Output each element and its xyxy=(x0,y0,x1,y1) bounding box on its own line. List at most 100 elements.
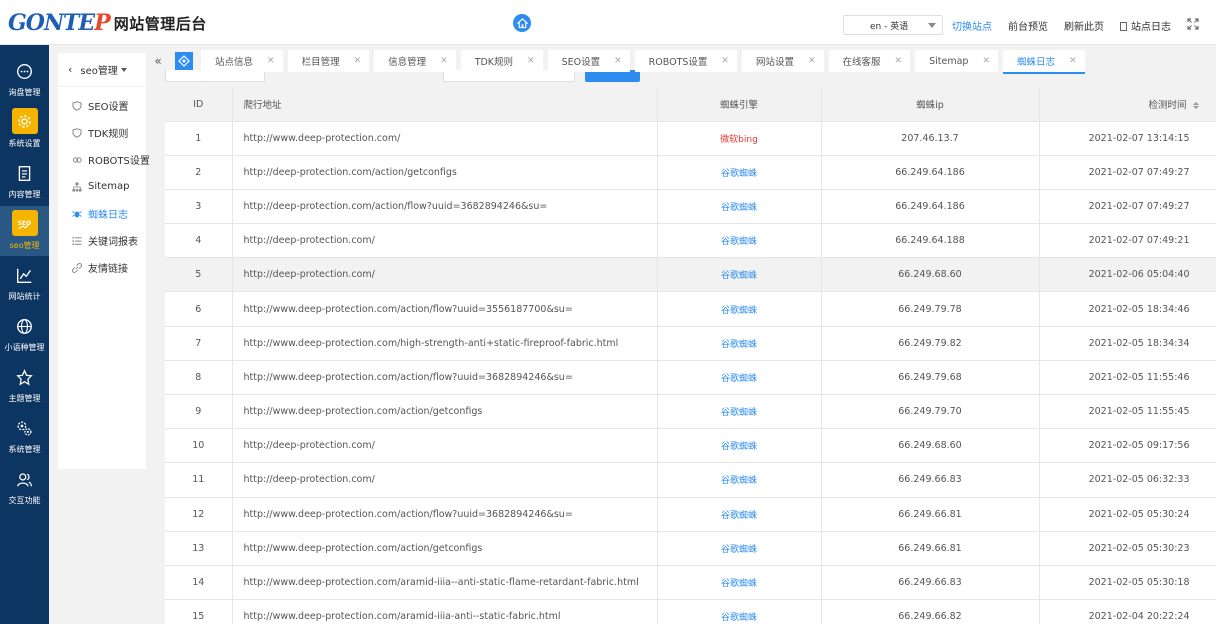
cell-url: http://www.deep-protection.com/aramid-ii… xyxy=(232,564,658,600)
close-icon[interactable]: ✕ xyxy=(267,56,275,66)
cell-id: 12 xyxy=(165,496,233,532)
close-icon[interactable]: ✕ xyxy=(440,56,448,66)
close-icon[interactable]: ✕ xyxy=(527,56,535,66)
sidebar-item-settings[interactable]: 系统设置 xyxy=(0,104,49,154)
cell-ip: 66.249.79.78 xyxy=(821,291,1040,327)
shield-icon xyxy=(72,127,82,138)
tab-bar: « 站点信息 ✕ 栏目管理 ✕ 信息管理 ✕ TDK规则 ✕ SEO设置 ✕ ROBOTS… xyxy=(148,50,1216,74)
spider-icon xyxy=(72,209,82,219)
table-header-row: ID 爬行地址 蜘蛛引擎 蜘蛛ip 检测时间 xyxy=(165,88,1216,121)
language-select[interactable]: en - 英语 xyxy=(843,15,943,35)
tab-robots[interactable]: ROBOTS设置 ✕ xyxy=(634,50,737,72)
cell-id: 7 xyxy=(165,325,233,361)
sidebar-item-themes[interactable]: 主题管理 xyxy=(0,359,49,409)
close-icon[interactable]: ✕ xyxy=(982,56,990,66)
tab-site-info[interactable]: 站点信息 ✕ xyxy=(201,50,283,72)
preview-link[interactable]: 前台预览 xyxy=(1008,18,1048,33)
close-icon[interactable]: ✕ xyxy=(1069,56,1077,66)
cell-ip: 66.249.68.60 xyxy=(821,428,1040,463)
site-log-link[interactable]: 站点日志 xyxy=(1120,18,1171,33)
cell-ip: 66.249.66.81 xyxy=(821,530,1040,566)
sidebar-item-system[interactable]: 系统管理 xyxy=(0,410,49,460)
sidebar-item-languages[interactable]: 小语种管理 xyxy=(0,308,49,358)
top-header: GONTEP 网站管理后台 en - 英语 切换站点 前台预览 刷新此页 站点日… xyxy=(0,0,1216,45)
home-icon[interactable] xyxy=(513,14,531,32)
tab-tdk-rules[interactable]: TDK规则 ✕ xyxy=(460,50,543,72)
cell-ip: 66.249.79.70 xyxy=(821,393,1040,429)
document-icon xyxy=(15,163,35,183)
sidebar-item-seo[interactable]: SEO seo管理 xyxy=(0,206,49,256)
refresh-link[interactable]: 刷新此页 xyxy=(1064,18,1104,33)
engine-badge: 谷歌蜘蛛 xyxy=(720,476,757,487)
cell-engine: 谷歌蜘蛛 xyxy=(657,223,822,258)
collapse-icon[interactable]: « xyxy=(148,54,168,68)
chat-icon xyxy=(15,61,35,81)
chevron-left-icon[interactable]: ‹ xyxy=(68,63,72,76)
table-row: 13 http://www.deep-protection.com/action/… xyxy=(165,530,1216,566)
tab-seo-settings[interactable]: SEO设置 ✕ xyxy=(547,50,630,72)
table-row: 2 http://deep-protection.com/action/getco… xyxy=(165,154,1216,190)
cell-time: 2021-02-07 07:49:21 xyxy=(1039,223,1216,258)
cell-ip: 207.46.13.7 xyxy=(821,120,1040,156)
cell-time: 2021-02-05 05:30:24 xyxy=(1039,496,1216,532)
submenu-item-spider-log[interactable]: 蜘蛛日志 xyxy=(58,200,146,227)
close-icon[interactable]: ✕ xyxy=(354,56,362,66)
sort-icon[interactable] xyxy=(1192,102,1199,110)
submenu-item-tdk-rules[interactable]: TDK规则 xyxy=(58,119,146,146)
submenu-item-keyword-report[interactable]: 关键词报表 xyxy=(58,227,146,254)
submenu-header[interactable]: ‹ seo管理 xyxy=(58,53,146,87)
sidebar-item-inquiry[interactable]: 询盘管理 xyxy=(0,53,49,103)
engine-badge: 谷歌蜘蛛 xyxy=(720,305,757,316)
engine-badge: 谷歌蜘蛛 xyxy=(720,202,757,213)
cell-engine: 谷歌蜘蛛 xyxy=(657,530,822,566)
close-icon[interactable]: ✕ xyxy=(614,56,622,66)
column-header-engine: 蜘蛛引擎 xyxy=(657,88,822,121)
tab-online-service[interactable]: 在线客服 ✕ xyxy=(828,50,911,72)
sidebar-item-content[interactable]: 内容管理 xyxy=(0,155,49,205)
tab-info-manage[interactable]: 信息管理 ✕ xyxy=(374,50,456,72)
cell-ip: 66.249.64.186 xyxy=(821,188,1040,224)
tab-home-icon[interactable] xyxy=(175,52,193,70)
table-row: 5 http://deep-protection.com/谷歌蜘蛛 66.249.6… xyxy=(165,257,1216,292)
fullscreen-icon[interactable] xyxy=(1187,18,1199,30)
globe-icon xyxy=(15,316,35,336)
sitemap-icon xyxy=(72,182,82,192)
tab-website-settings[interactable]: 网站设置 ✕ xyxy=(741,50,824,72)
tab-spider-log[interactable]: 蜘蛛日志 ✕ xyxy=(1002,50,1085,74)
cell-time: 2021-02-05 11:55:45 xyxy=(1039,393,1216,429)
submenu-item-friend-links[interactable]: 友情链接 xyxy=(58,254,146,281)
cell-time: 2021-02-07 07:49:27 xyxy=(1039,154,1216,190)
logo[interactable]: GONTEP 网站管理后台 xyxy=(8,8,207,38)
tab-columns[interactable]: 栏目管理 ✕ xyxy=(287,50,370,72)
cell-ip: 66.249.64.188 xyxy=(821,223,1040,258)
cell-id: 11 xyxy=(165,462,233,498)
engine-badge: 谷歌蜘蛛 xyxy=(720,237,757,248)
sidebar-item-interaction[interactable]: 交互功能 xyxy=(0,461,49,511)
cell-ip: 66.249.66.82 xyxy=(821,599,1040,624)
cell-engine: 谷歌蜘蛛 xyxy=(657,564,822,600)
switch-site-link[interactable]: 切换站点 xyxy=(952,18,992,33)
tab-sitemap[interactable]: Sitemap ✕ xyxy=(915,50,998,72)
engine-badge: 谷歌蜘蛛 xyxy=(720,442,757,453)
engine-badge: 谷歌蜘蛛 xyxy=(720,271,757,282)
seo-icon: SEO xyxy=(11,210,38,236)
submenu-item-seo-settings[interactable]: SEO设置 xyxy=(58,92,146,119)
table-row: 6 http://www.deep-protection.com/action/f… xyxy=(165,291,1216,327)
cell-engine: 谷歌蜘蛛 xyxy=(657,496,822,532)
cell-time: 2021-02-05 05:30:23 xyxy=(1039,530,1216,566)
engine-badge: 谷歌蜘蛛 xyxy=(720,579,757,590)
column-header-time[interactable]: 检测时间 xyxy=(1039,88,1216,121)
cell-engine: 谷歌蜘蛛 xyxy=(657,257,822,292)
table-row: 12 http://www.deep-protection.com/action/… xyxy=(165,496,1216,532)
cell-ip: 66.249.68.60 xyxy=(821,257,1040,292)
close-icon[interactable]: ✕ xyxy=(721,56,729,66)
cell-id: 3 xyxy=(165,188,233,224)
close-icon[interactable]: ✕ xyxy=(808,56,816,66)
cell-url: http://www.deep-protection.com/action/ge… xyxy=(232,530,658,566)
cell-time: 2021-02-05 18:34:34 xyxy=(1039,325,1216,361)
sidebar-item-stats[interactable]: 网站统计 xyxy=(0,257,49,307)
submenu-item-robots[interactable]: ROBOTS设置 xyxy=(58,146,150,173)
submenu-item-sitemap[interactable]: Sitemap xyxy=(58,173,146,200)
close-icon[interactable]: ✕ xyxy=(895,56,903,66)
theme-icon xyxy=(15,367,35,387)
